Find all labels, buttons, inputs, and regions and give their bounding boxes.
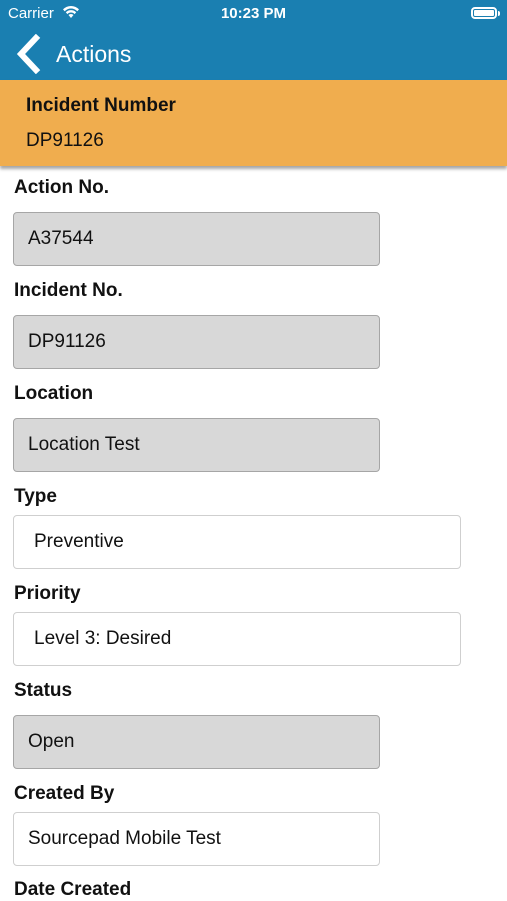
action-no-field: A37544 [13,212,380,266]
location-label: Location [14,383,94,404]
back-button[interactable]: Actions [14,32,174,76]
page-title: Actions [56,40,132,67]
incident-no-field: DP91126 [13,315,380,369]
incident-number-value: DP91126 [26,130,104,151]
created-by-label: Created By [14,783,115,804]
date-created-label: Date Created [14,879,132,900]
navigation-bar: Actions [0,28,507,80]
incident-no-label: Incident No. [14,280,123,301]
action-no-label: Action No. [14,177,109,198]
chevron-left-icon [16,34,41,74]
clock: 10:23 PM [220,5,287,22]
priority-select[interactable]: Level 3: Desired [13,612,461,666]
location-field: Location Test [13,418,380,472]
incident-banner: Incident Number DP91126 [0,80,507,166]
incident-number-label: Incident Number [26,95,176,116]
type-label: Type [14,486,57,507]
type-select[interactable]: Preventive [13,515,461,569]
status-label: Status [14,680,73,701]
status-bar: Carrier 10:23 PM [0,0,507,28]
priority-label: Priority [14,583,81,604]
created-by-input[interactable]: Sourcepad Mobile Test [13,812,380,866]
battery-icon [471,7,500,19]
status-field: Open [13,715,380,769]
